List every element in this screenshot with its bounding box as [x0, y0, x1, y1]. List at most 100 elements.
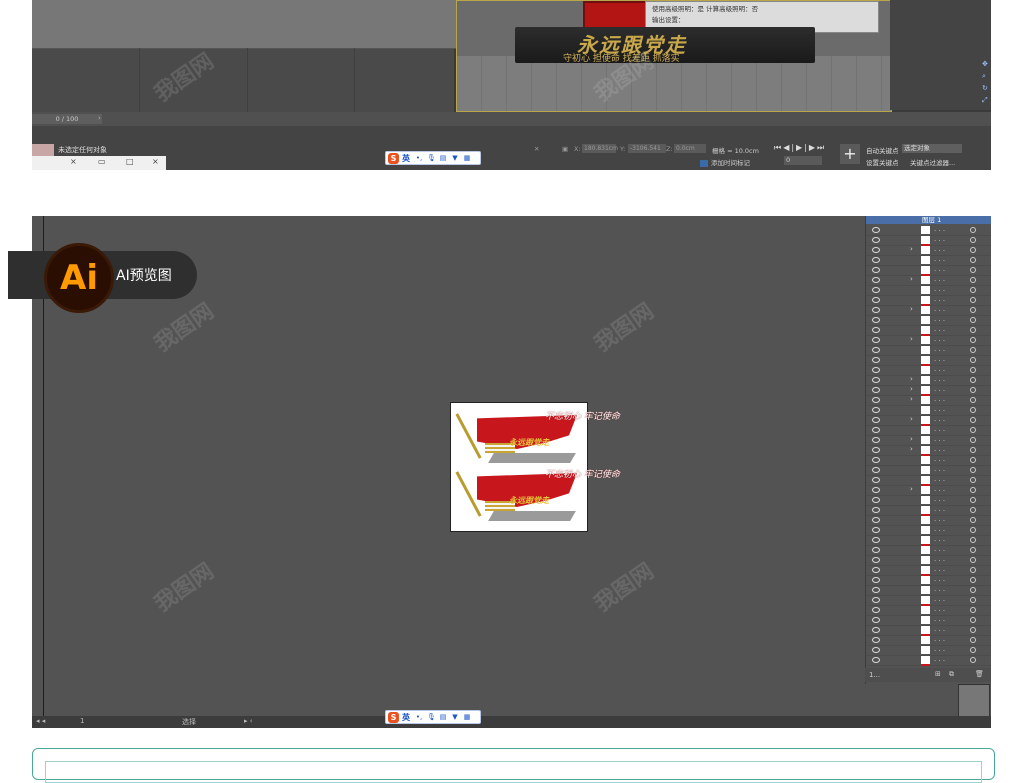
target-circle-icon[interactable]	[970, 337, 976, 343]
close-icon[interactable]: ×	[70, 157, 77, 166]
visibility-eye-icon[interactable]	[872, 427, 880, 433]
target-circle-icon[interactable]	[970, 397, 976, 403]
visibility-eye-icon[interactable]	[872, 267, 880, 273]
visibility-eye-icon[interactable]	[872, 367, 880, 373]
visibility-eye-icon[interactable]	[872, 437, 880, 443]
grid-icon[interactable]: ▦	[463, 713, 471, 721]
visibility-eye-icon[interactable]	[872, 597, 880, 603]
expand-chevron-icon[interactable]: ›	[910, 305, 913, 313]
target-circle-icon[interactable]	[970, 257, 976, 263]
orbit-icon[interactable]: ↻	[982, 84, 990, 92]
expand-chevron-icon[interactable]: ›	[910, 385, 913, 393]
target-circle-icon[interactable]	[970, 477, 976, 483]
clip-icon[interactable]: ⧉	[949, 670, 954, 679]
visibility-eye-icon[interactable]	[872, 557, 880, 563]
visibility-eye-icon[interactable]	[872, 637, 880, 643]
target-circle-icon[interactable]	[970, 557, 976, 563]
scroll-corner[interactable]	[958, 684, 990, 718]
visibility-eye-icon[interactable]	[872, 647, 880, 653]
visibility-eye-icon[interactable]	[872, 477, 880, 483]
time-slider[interactable]: 0 / 100	[32, 114, 102, 124]
visibility-eye-icon[interactable]	[872, 547, 880, 553]
playback-controls[interactable]: ⏮◀|▶|▶⏭	[774, 143, 826, 153]
visibility-eye-icon[interactable]	[872, 247, 880, 253]
visibility-eye-icon[interactable]	[872, 397, 880, 403]
ime-toolbar[interactable]: S 英 •, 🎙 ▤ ▼ ▦	[385, 151, 481, 165]
visibility-eye-icon[interactable]	[872, 657, 880, 663]
visibility-eye-icon[interactable]	[872, 387, 880, 393]
shirt-icon[interactable]: ▼	[451, 713, 459, 721]
target-circle-icon[interactable]	[970, 657, 976, 663]
visibility-eye-icon[interactable]	[872, 587, 880, 593]
target-circle-icon[interactable]	[970, 237, 976, 243]
punctuation-icon[interactable]: •,	[415, 713, 423, 721]
target-circle-icon[interactable]	[970, 527, 976, 533]
target-circle-icon[interactable]	[970, 617, 976, 623]
set-key-icon[interactable]: +	[840, 144, 860, 164]
visibility-eye-icon[interactable]	[872, 317, 880, 323]
target-circle-icon[interactable]	[970, 367, 976, 373]
move-icon[interactable]: ✥	[982, 60, 990, 68]
target-circle-icon[interactable]	[970, 457, 976, 463]
keyboard-icon[interactable]: ▤	[439, 154, 447, 162]
expand-chevron-icon[interactable]: ›	[910, 375, 913, 383]
frame-input[interactable]: 0	[784, 156, 822, 165]
perspective-viewport[interactable]: 使用高级照明：是 计算高级照明：否 输出设置： 永远跟党走 守初心 担使命 找差…	[456, 0, 892, 112]
target-circle-icon[interactable]	[970, 627, 976, 633]
expand-chevron-icon[interactable]: ›	[910, 415, 913, 423]
target-circle-icon[interactable]	[970, 427, 976, 433]
target-circle-icon[interactable]	[970, 227, 976, 233]
punctuation-icon[interactable]: •,	[415, 154, 423, 162]
visibility-eye-icon[interactable]	[872, 567, 880, 573]
target-circle-icon[interactable]	[970, 317, 976, 323]
target-circle-icon[interactable]	[970, 287, 976, 293]
target-circle-icon[interactable]	[970, 417, 976, 423]
microphone-icon[interactable]: 🎙	[427, 154, 436, 162]
target-circle-icon[interactable]	[970, 647, 976, 653]
set-key-button[interactable]: 设置关键点	[866, 157, 899, 167]
status-arrow-icon[interactable]: ▸ ‹	[244, 717, 253, 725]
target-circle-icon[interactable]	[970, 587, 976, 593]
visibility-eye-icon[interactable]	[872, 577, 880, 583]
layer-header[interactable]: 图层 1	[866, 216, 991, 224]
visibility-eye-icon[interactable]	[872, 237, 880, 243]
target-circle-icon[interactable]	[970, 387, 976, 393]
target-circle-icon[interactable]	[970, 497, 976, 503]
visibility-eye-icon[interactable]	[872, 327, 880, 333]
visibility-eye-icon[interactable]	[872, 227, 880, 233]
target-circle-icon[interactable]	[970, 297, 976, 303]
expand-chevron-icon[interactable]: ›	[910, 245, 913, 253]
visibility-eye-icon[interactable]	[872, 257, 880, 263]
expand-chevron-icon[interactable]: ›	[910, 485, 913, 493]
folder-icon[interactable]: ▭	[98, 157, 106, 166]
target-circle-icon[interactable]	[970, 407, 976, 413]
absolute-mode-icon[interactable]: ▣	[562, 145, 568, 153]
visibility-eye-icon[interactable]	[872, 517, 880, 523]
color-swatch[interactable]	[32, 144, 54, 156]
ime-language[interactable]: 英	[402, 712, 410, 723]
zoom-icon[interactable]: ⌕	[982, 72, 990, 80]
grid-icon[interactable]: ▦	[463, 154, 471, 162]
left-viewport[interactable]	[32, 0, 584, 112]
lock-icon[interactable]: ✕	[534, 145, 539, 153]
visibility-eye-icon[interactable]	[872, 467, 880, 473]
new-layer-icon[interactable]: ⊞	[935, 670, 941, 678]
target-circle-icon[interactable]	[970, 447, 976, 453]
visibility-eye-icon[interactable]	[872, 607, 880, 613]
visibility-eye-icon[interactable]	[872, 297, 880, 303]
expand-chevron-icon[interactable]: ›	[910, 445, 913, 453]
target-circle-icon[interactable]	[970, 467, 976, 473]
auto-key-button[interactable]: 自动关键点	[866, 145, 899, 155]
target-circle-icon[interactable]	[970, 637, 976, 643]
delete-icon[interactable]: 🗑	[975, 670, 984, 678]
expand-chevron-icon[interactable]: ›	[910, 275, 913, 283]
expand-chevron-icon[interactable]: ›	[910, 335, 913, 343]
next-frame-icon[interactable]: ›	[98, 114, 106, 124]
target-circle-icon[interactable]	[970, 267, 976, 273]
visibility-eye-icon[interactable]	[872, 497, 880, 503]
visibility-eye-icon[interactable]	[872, 347, 880, 353]
target-circle-icon[interactable]	[970, 537, 976, 543]
visibility-eye-icon[interactable]	[872, 287, 880, 293]
microphone-icon[interactable]: 🎙	[427, 713, 436, 721]
visibility-eye-icon[interactable]	[872, 357, 880, 363]
